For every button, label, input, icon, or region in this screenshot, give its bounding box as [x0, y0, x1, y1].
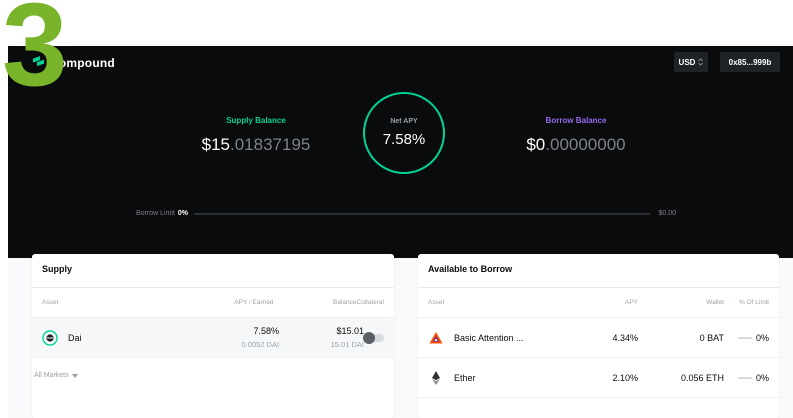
borrow-limit-label: Borrow Limit: [136, 210, 175, 217]
supply-row-dai[interactable]: Dai 7.58% 0.0052 DAI $15.01 15.01 DAI: [32, 318, 394, 358]
supply-balance-token: 15.01 DAI: [330, 340, 364, 349]
borrow-balance-value: $0.00000000: [486, 135, 666, 155]
borrow-table-header: Asset APY Wallet % Of Limit: [418, 288, 779, 318]
toggle-knob: [362, 331, 375, 344]
net-apy-circle: Net APY 7.58%: [363, 92, 445, 174]
col-apy: APY: [624, 299, 638, 306]
percent-of-limit: 0%: [755, 332, 769, 343]
dashboard-header: compound USD 0x85...999b Supply Balance …: [8, 46, 793, 258]
borrow-balance: Borrow Balance $0.00000000: [486, 116, 666, 155]
supply-balance-label: Supply Balance: [226, 116, 286, 125]
col-asset: Asset: [42, 299, 59, 306]
supply-balance-decimals: .01837195: [230, 135, 311, 154]
limit-dash: [737, 376, 752, 379]
borrow-card-title: Available to Borrow: [418, 254, 779, 288]
supply-table-header: Asset APY / Earned Balance Collateral: [32, 288, 394, 318]
net-apy-label: Net APY: [390, 118, 418, 125]
borrow-limit-bar: Borrow Limit 0% $0.00: [136, 210, 676, 217]
caret-down-icon: [71, 373, 78, 378]
supply-balance-value: $15.01837195: [166, 135, 346, 155]
borrow-limit-track: [194, 212, 651, 215]
col-wallet: Wallet: [706, 299, 724, 306]
all-markets-label: All Markets: [34, 372, 69, 379]
borrow-limit-max: $0.00: [658, 210, 676, 217]
asset-name: Ether: [454, 372, 476, 383]
bat-icon: [429, 331, 443, 343]
col-balance: Balance: [333, 299, 357, 306]
borrow-apy: 2.10%: [612, 372, 638, 383]
col-collateral: Collateral: [356, 299, 384, 306]
supply-balance: Supply Balance $15.01837195: [166, 116, 346, 155]
step-number-overlay: 3: [2, 0, 68, 111]
supply-apy: 7.58%: [253, 326, 280, 336]
col-percent-of-limit: % Of Limit: [739, 299, 769, 306]
borrow-row-eth[interactable]: Ether 2.10% 0.056 ETH 0%: [418, 358, 779, 398]
borrow-balance-main: $0: [526, 135, 546, 154]
currency-selector[interactable]: USD: [674, 52, 708, 72]
currency-label: USD: [678, 57, 696, 67]
supply-card-title: Supply: [32, 254, 394, 288]
borrow-balance-decimals: .00000000: [545, 135, 626, 154]
asset-name: Dai: [68, 332, 82, 343]
asset-name: Basic Attention ...: [454, 332, 524, 343]
screenshot-frame: 3 compound USD 0x85...999b Supply Balanc…: [0, 0, 793, 418]
wallet-balance: 0 BAT: [699, 332, 724, 343]
ether-icon: [432, 370, 440, 385]
supply-balance-usd: $15.01: [336, 326, 364, 336]
borrow-balance-label: Borrow Balance: [545, 116, 607, 125]
col-apy-earned: APY / Earned: [234, 299, 274, 306]
collateral-toggle[interactable]: [362, 331, 384, 344]
borrow-limit-percent: 0%: [177, 210, 189, 217]
col-asset: Asset: [428, 299, 445, 306]
borrow-apy: 4.34%: [612, 332, 638, 343]
supply-balance-main: $15: [201, 135, 230, 154]
dai-icon: [42, 329, 58, 346]
wallet-balance: 0.056 ETH: [680, 372, 724, 383]
supply-earned: 0.0052 DAI: [241, 340, 280, 349]
all-markets-dropdown[interactable]: All Markets: [34, 372, 78, 379]
borrow-card: Available to Borrow Asset APY Wallet % O…: [418, 254, 779, 418]
supply-card: Supply Asset APY / Earned Balance Collat…: [32, 254, 394, 418]
wallet-address-button[interactable]: 0x85...999b: [720, 52, 780, 72]
limit-dash: [737, 336, 752, 339]
borrow-row-bat[interactable]: Basic Attention ... 4.34% 0 BAT 0%: [418, 318, 779, 358]
net-apy-value: 7.58%: [382, 131, 426, 148]
up-down-chevron-icon: [698, 58, 704, 66]
percent-of-limit: 0%: [755, 372, 769, 383]
